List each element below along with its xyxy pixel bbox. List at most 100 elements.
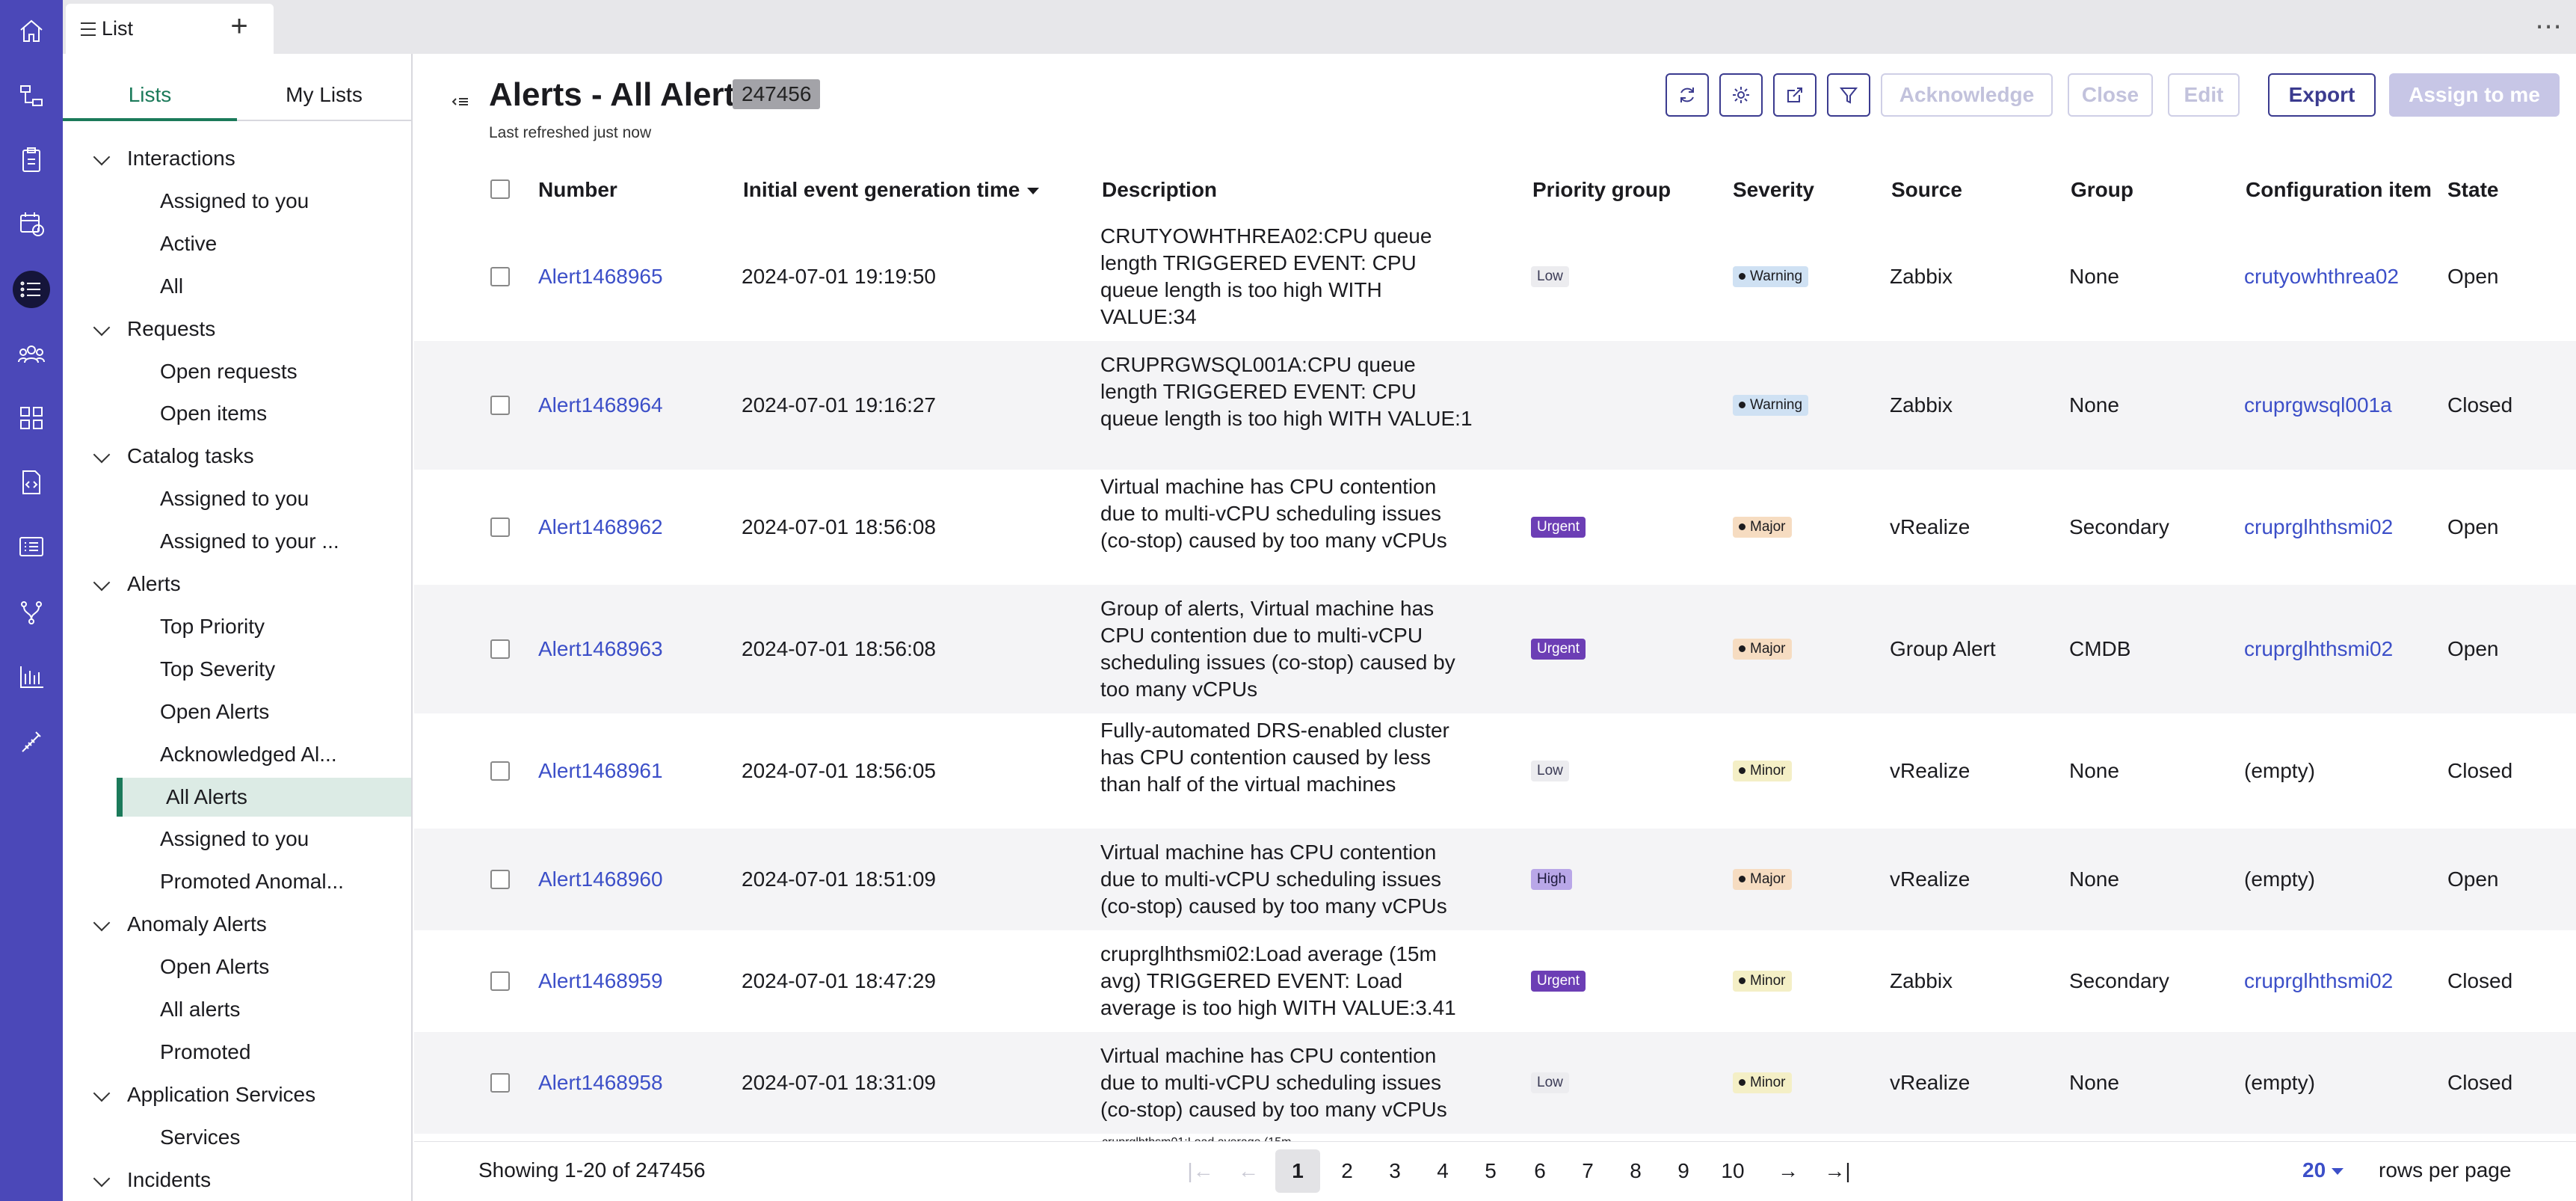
sidebar-group[interactable]: Anomaly Alerts [63, 905, 392, 944]
home-icon[interactable] [13, 12, 50, 49]
rows-per-page-select[interactable]: 20 [2302, 1158, 2344, 1182]
col-initial-event-time[interactable]: Initial event generation time [743, 178, 1040, 202]
form-icon[interactable] [13, 528, 50, 565]
page-3-button[interactable]: 3 [1372, 1149, 1417, 1193]
table-row[interactable]: Alert1468965 2024-07-01 19:19:50 CRUTYOWHT… [414, 212, 2576, 341]
configuration-item[interactable]: cruprglhthsmi02 [2244, 637, 2393, 661]
table-row[interactable]: Alert1468958 2024-07-01 18:31:09 Virtual m… [414, 1032, 2576, 1134]
table-row[interactable]: Alert1468961 2024-07-01 18:56:05 Fully-aut… [414, 713, 2576, 829]
page-10-button[interactable]: 10 [1710, 1149, 1755, 1193]
refresh-button[interactable] [1666, 73, 1709, 117]
next-page-icon[interactable]: → [1766, 1149, 1811, 1193]
col-priority-group[interactable]: Priority group [1532, 178, 1671, 202]
row-checkbox[interactable] [490, 396, 510, 415]
row-checkbox[interactable] [490, 267, 510, 286]
alert-number-link[interactable]: Alert1468958 [538, 1071, 663, 1095]
sidebar-group[interactable]: Alerts [63, 565, 392, 603]
page-8-button[interactable]: 8 [1613, 1149, 1658, 1193]
row-checkbox[interactable] [490, 761, 510, 781]
sidebar-group[interactable]: Interactions [63, 139, 392, 178]
sidebar-item[interactable]: Open items [63, 394, 392, 433]
page-2-button[interactable]: 2 [1325, 1149, 1369, 1193]
export-button[interactable]: Export [2268, 73, 2376, 117]
page-7-button[interactable]: 7 [1565, 1149, 1610, 1193]
col-severity[interactable]: Severity [1733, 178, 1814, 202]
alert-number-link[interactable]: Alert1468961 [538, 759, 663, 783]
clipboard-icon[interactable] [13, 141, 50, 178]
first-page-icon[interactable]: |← [1178, 1149, 1223, 1193]
list-icon[interactable] [13, 271, 50, 308]
sidebar-item[interactable]: Active [63, 224, 392, 263]
tab-my-lists[interactable]: My Lists [237, 76, 411, 121]
filter-button[interactable] [1827, 73, 1870, 117]
row-checkbox[interactable] [490, 1073, 510, 1093]
sidebar-item[interactable]: Open requests [63, 352, 392, 391]
sidebar-item[interactable]: All Alerts [117, 778, 411, 817]
sidebar-item[interactable]: Assigned to you [63, 820, 392, 858]
page-4-button[interactable]: 4 [1420, 1149, 1465, 1193]
sidebar-group[interactable]: Requests [63, 310, 392, 348]
col-group[interactable]: Group [2071, 178, 2133, 202]
sidebar-item[interactable]: Services [63, 1118, 392, 1157]
col-state[interactable]: State [2447, 178, 2498, 202]
people-icon[interactable] [13, 335, 50, 372]
sidebar-group[interactable]: Incidents [63, 1161, 392, 1200]
sidebar-item[interactable]: Top Priority [63, 607, 392, 646]
select-all-checkbox[interactable] [490, 179, 510, 199]
calendar-clock-icon[interactable] [13, 205, 50, 242]
page-6-button[interactable]: 6 [1517, 1149, 1562, 1193]
configuration-item[interactable]: cruprgwsql001a [2244, 393, 2392, 417]
col-source[interactable]: Source [1891, 178, 1962, 202]
sidebar-item[interactable]: All alerts [63, 990, 392, 1029]
tab-lists[interactable]: Lists [63, 76, 237, 121]
prev-page-icon[interactable]: ← [1226, 1149, 1271, 1193]
code-doc-icon[interactable] [13, 464, 50, 501]
close-button[interactable]: Close [2068, 73, 2153, 117]
col-number[interactable]: Number [538, 178, 617, 202]
sidebar-item[interactable]: Assigned to you [63, 479, 392, 518]
table-row[interactable]: Alert1468962 2024-07-01 18:56:08 Virtual m… [414, 470, 2576, 585]
collapse-sidebar-icon[interactable] [449, 91, 471, 114]
sidebar-group[interactable]: Catalog tasks [63, 437, 392, 476]
sidebar-item[interactable]: Promoted Anomal... [63, 862, 392, 901]
more-options-icon[interactable]: ⋯ [2535, 10, 2563, 42]
configuration-item[interactable]: crutyowhthrea02 [2244, 265, 2399, 289]
edit-button[interactable]: Edit [2168, 73, 2240, 117]
sidebar-item[interactable]: Open Alerts [63, 692, 392, 731]
alert-number-link[interactable]: Alert1468959 [538, 969, 663, 993]
sidebar-item[interactable]: Assigned to you [63, 182, 392, 221]
add-tab-button[interactable]: + [224, 11, 254, 43]
sidebar-item[interactable]: Assigned to your ... [63, 522, 392, 561]
hierarchy-icon[interactable] [13, 76, 50, 114]
col-description[interactable]: Description [1102, 178, 1217, 202]
table-row[interactable]: Alert1468960 2024-07-01 18:51:09 Virtual m… [414, 829, 2576, 930]
table-row[interactable]: Alert1468964 2024-07-01 19:16:27 CRUPRGWSQ… [414, 341, 2576, 470]
table-row[interactable]: Alert1468963 2024-07-01 18:56:08 Group of … [414, 585, 2576, 713]
page-5-button[interactable]: 5 [1468, 1149, 1513, 1193]
sidebar-item[interactable]: Promoted [63, 1033, 392, 1072]
open-external-button[interactable] [1773, 73, 1817, 117]
sidebar-item[interactable]: Top Severity [63, 650, 392, 689]
sidebar-item[interactable]: All [63, 267, 392, 306]
last-page-icon[interactable]: →| [1815, 1149, 1860, 1193]
alert-number-link[interactable]: Alert1468963 [538, 637, 663, 661]
page-1-button[interactable]: 1 [1275, 1149, 1320, 1193]
sidebar-item[interactable]: Open Alerts [63, 947, 392, 986]
acknowledge-button[interactable]: Acknowledge [1881, 73, 2053, 117]
table-row[interactable]: Alert1468959 2024-07-01 18:47:29 cruprglht… [414, 930, 2576, 1032]
alert-number-link[interactable]: Alert1468960 [538, 867, 663, 891]
col-configuration-item[interactable]: Configuration item [2246, 178, 2432, 202]
assign-to-me-button[interactable]: Assign to me [2389, 73, 2560, 117]
magic-wand-icon[interactable] [13, 722, 50, 760]
grid-icon[interactable] [13, 399, 50, 437]
sidebar-item[interactable]: Acknowledged Al... [63, 735, 392, 774]
settings-button[interactable] [1719, 73, 1763, 117]
alert-number-link[interactable]: Alert1468962 [538, 515, 663, 539]
configuration-item[interactable]: cruprglhthsmi02 [2244, 969, 2393, 993]
row-checkbox[interactable] [490, 639, 510, 659]
fork-icon[interactable] [13, 594, 50, 631]
bar-chart-icon[interactable] [13, 658, 50, 695]
alert-number-link[interactable]: Alert1468964 [538, 393, 663, 417]
sidebar-group[interactable]: Application Services [63, 1075, 392, 1114]
row-checkbox[interactable] [490, 870, 510, 889]
